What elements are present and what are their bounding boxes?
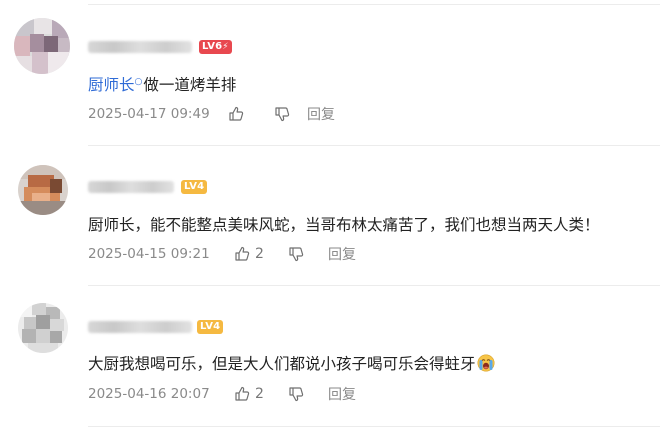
search-icon: ○	[134, 76, 143, 87]
avatar[interactable]	[18, 165, 68, 215]
thumbs-up-icon	[229, 106, 244, 121]
divider	[88, 285, 660, 286]
like-count: 2	[255, 386, 264, 402]
comment-text: 大厨我想喝可乐，但是大人们都说小孩子喝可乐会得蛀牙	[88, 352, 495, 374]
avatar[interactable]	[14, 18, 70, 74]
like-count: 2	[255, 246, 264, 262]
like-button[interactable]: 2	[234, 246, 288, 262]
avatar[interactable]	[18, 303, 68, 353]
username-blurred[interactable]	[88, 41, 192, 53]
comment-text: 厨师长○做一道烤羊排	[88, 73, 236, 95]
thumbs-down-icon	[289, 247, 304, 262]
comment-meta: 2025-04-15 09:21 2 回复	[88, 244, 356, 264]
divider	[88, 426, 660, 427]
reply-button[interactable]: 回复	[307, 104, 335, 124]
reply-button[interactable]: 回复	[328, 384, 356, 404]
comment-meta: 2025-04-16 20:07 2 回复	[88, 384, 356, 404]
timestamp: 2025-04-16 20:07	[88, 386, 210, 402]
username-blurred[interactable]	[88, 181, 174, 193]
thumbs-up-icon	[235, 246, 250, 261]
timestamp: 2025-04-17 09:49	[88, 106, 210, 122]
crying-emoji-icon	[477, 354, 495, 372]
divider	[88, 145, 660, 146]
dislike-button[interactable]	[288, 246, 328, 262]
thumbs-down-icon	[275, 107, 290, 122]
comment-body: 厨师长，能不能整点美味风蛇，当哥布林太痛苦了，我们也想当两天人类！	[88, 216, 600, 234]
level-badge: LV6⚡	[199, 40, 232, 54]
reply-button[interactable]: 回复	[328, 244, 356, 264]
level-badge-text: LV6	[202, 41, 223, 52]
thumbs-up-icon	[235, 386, 250, 401]
comment-list: LV6⚡ 厨师长○做一道烤羊排 2025-04-17 09:49 回复 LV4 …	[0, 0, 660, 444]
level-badge-text: LV4	[184, 181, 205, 192]
comment-meta: 2025-04-17 09:49 回复	[88, 104, 335, 124]
dislike-button[interactable]	[288, 386, 328, 402]
mention-link[interactable]: 厨师长	[88, 76, 135, 94]
divider	[88, 4, 660, 5]
timestamp: 2025-04-15 09:21	[88, 246, 210, 262]
level-badge-text: LV4	[200, 321, 221, 332]
like-button[interactable]	[228, 106, 274, 122]
comment-body: 做一道烤羊排	[143, 76, 237, 94]
like-button[interactable]: 2	[234, 386, 288, 402]
username-blurred[interactable]	[88, 321, 192, 333]
comment-body: 大厨我想喝可乐，但是大人们都说小孩子喝可乐会得蛀牙	[88, 355, 476, 373]
dislike-button[interactable]	[274, 106, 307, 122]
level-badge: LV4	[197, 320, 224, 334]
thumbs-down-icon	[289, 387, 304, 402]
comment-text: 厨师长，能不能整点美味风蛇，当哥布林太痛苦了，我们也想当两天人类！	[88, 213, 600, 235]
level-badge: LV4	[181, 180, 208, 194]
bolt-icon: ⚡	[222, 42, 229, 52]
